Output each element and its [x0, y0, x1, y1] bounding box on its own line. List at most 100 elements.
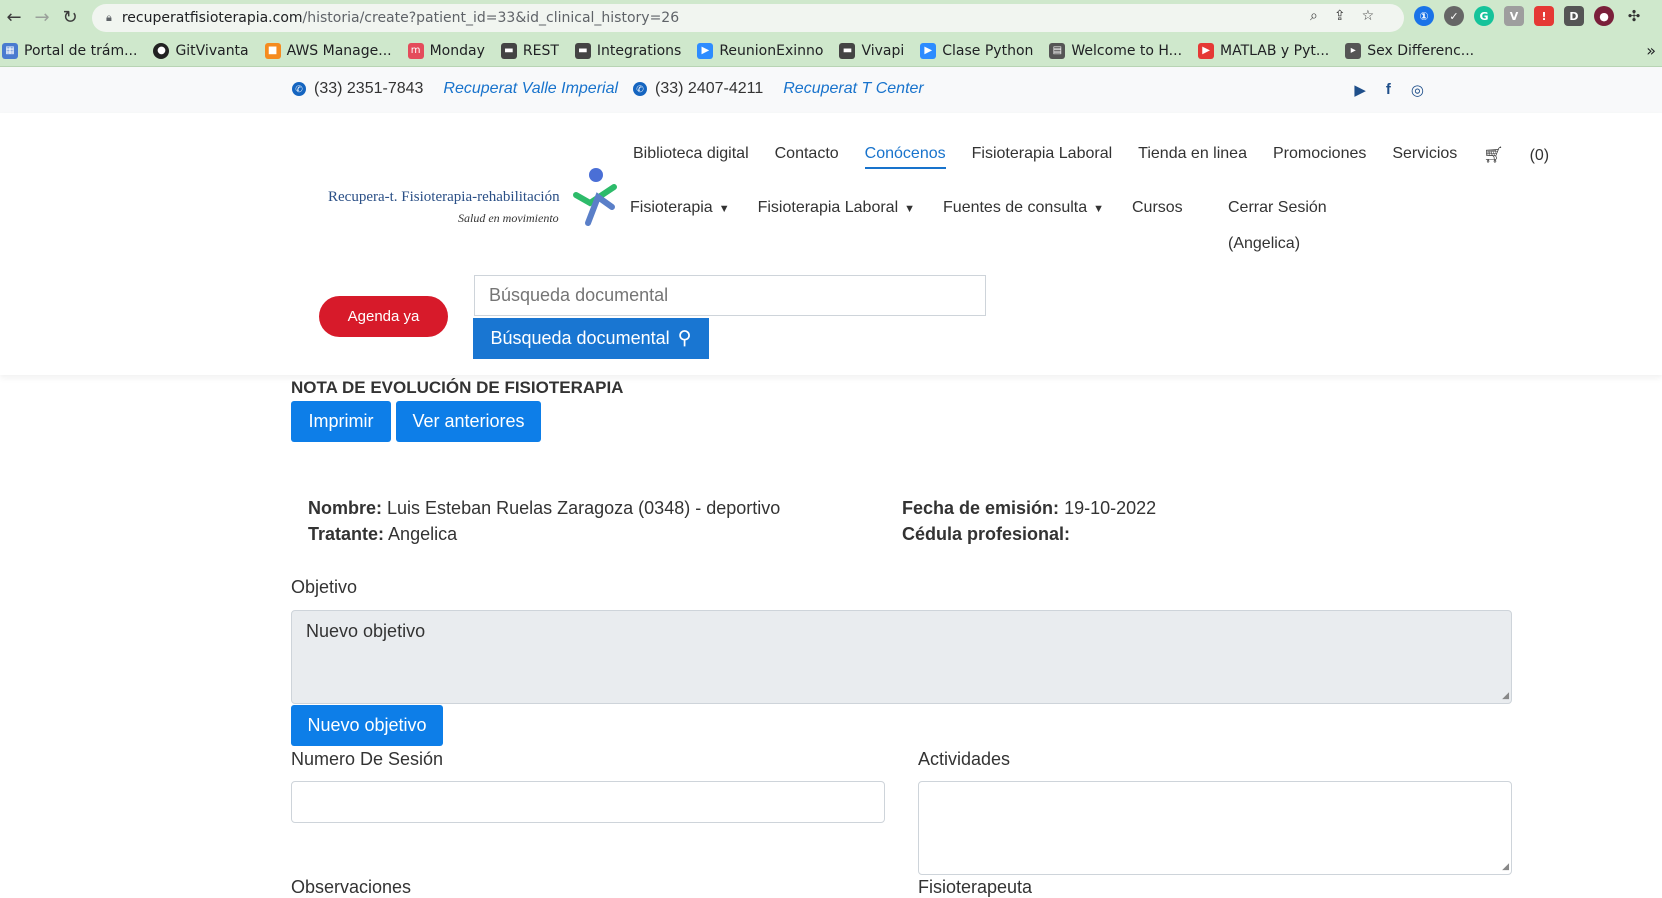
bookmark-item[interactable]: ▬ REST — [500, 42, 559, 59]
bookmark-item[interactable]: m Monday — [407, 42, 485, 59]
bookmark-item[interactable]: ▬ Vivapi — [839, 42, 904, 59]
address-bar[interactable]: 🔒︎ recuperatfisioterapia.com/historia/cr… — [92, 4, 1404, 32]
instagram-icon[interactable]: ◎ — [1411, 81, 1424, 99]
menu-conocenos[interactable]: Conócenos — [864, 145, 946, 169]
chevron-down-icon: ▼ — [1093, 203, 1104, 215]
activities-label: Actividades — [918, 749, 1011, 769]
bookmark-item[interactable]: ▸ Sex Differenc... — [1345, 42, 1474, 59]
extension-grammarly-icon[interactable]: G — [1474, 6, 1494, 26]
session-number-input[interactable] — [291, 781, 885, 823]
cart-count: (0) — [1529, 147, 1550, 164]
objective-textarea[interactable]: Nuevo objetivo ◢ — [291, 610, 1512, 704]
chevron-down-icon: ▼ — [718, 203, 730, 215]
bookmark-apps-icon: ▦ — [2, 42, 18, 59]
menu-biblioteca[interactable]: Biblioteca digital — [633, 145, 749, 169]
patient-name: Nombre: Luis Esteban Ruelas Zaragoza (03… — [308, 498, 781, 518]
bookmark-item[interactable]: ▶ MATLAB y Pyt... — [1198, 42, 1329, 59]
view-previous-button[interactable]: Ver anteriores — [396, 401, 541, 442]
bookmark-star-icon[interactable]: ☆ — [1362, 8, 1375, 24]
bookmark-item[interactable]: ● GitVivanta — [153, 42, 249, 59]
print-button[interactable]: Imprimir — [291, 401, 391, 442]
page-title: NOTA DE EVOLUCIÓN DE FISIOTERAPIA — [291, 378, 624, 397]
bookmark-item[interactable]: ▬ Integrations — [574, 42, 681, 59]
extension-vue-icon[interactable]: V — [1504, 6, 1524, 26]
youtube-icon: ▶ — [1198, 42, 1215, 59]
agenda-button[interactable]: Agenda ya — [319, 296, 448, 337]
extension-d-icon[interactable]: D — [1564, 6, 1584, 26]
extension-red-icon[interactable]: ! — [1534, 6, 1554, 26]
main-menu: Biblioteca digital Contacto Conócenos Fi… — [620, 145, 1575, 169]
new-objective-button[interactable]: Nuevo objetivo — [291, 705, 443, 746]
url-path: /historia/create?patient_id=33&id_clinic… — [302, 10, 680, 26]
branch-name[interactable]: Recuperat Valle Imperial — [443, 80, 618, 98]
folder-icon: ▬ — [574, 42, 591, 59]
menu-cursos[interactable]: Cursos — [1132, 199, 1183, 217]
folder-icon: ▬ — [839, 42, 856, 59]
bookmark-item[interactable]: ▶ Clase Python — [920, 42, 1033, 59]
treating-therapist: Tratante: Angelica — [308, 524, 458, 544]
branch-name[interactable]: Recuperat T Center — [783, 80, 924, 98]
back-icon[interactable]: ← — [0, 4, 28, 32]
chevron-down-icon: ▼ — [904, 203, 916, 215]
cart-icon: 🛒︎ — [1483, 147, 1504, 164]
cart-link[interactable]: 🛒︎ (0) — [1470, 145, 1562, 169]
activities-textarea[interactable]: ◢ — [918, 781, 1512, 875]
menu-servicios[interactable]: Servicios — [1392, 145, 1457, 169]
menu-tienda[interactable]: Tienda en linea — [1138, 145, 1247, 169]
session-number-label: Numero De Sesión — [291, 749, 444, 769]
extension-check-icon[interactable]: ✓ — [1444, 6, 1464, 26]
bookmark-item[interactable]: ▦ Portal de trám... — [2, 42, 137, 59]
lock-icon: 🔒︎ — [106, 11, 112, 24]
contact-valle[interactable]: ✆ (33) 2351-7843 Recuperat Valle Imperia… — [292, 80, 618, 98]
whatsapp-icon: ✆ — [292, 82, 306, 96]
folder-icon: ▬ — [500, 42, 517, 59]
logo-tagline: Salud en movimiento — [458, 211, 559, 225]
physiotherapist-label: Fisioterapeuta — [918, 877, 1033, 897]
bookmark-page-icon: ▸ — [1345, 42, 1362, 59]
phone-number: (33) 2351-7843 — [314, 80, 424, 97]
share-icon[interactable]: ⇪ — [1334, 8, 1346, 24]
monday-icon: m — [407, 42, 424, 59]
menu-contacto[interactable]: Contacto — [775, 145, 839, 169]
menu-fisioterapia-laboral-dropdown[interactable]: Fisioterapia Laboral ▼ — [758, 199, 915, 217]
secondary-menu: Fisioterapia ▼ Fisioterapia Laboral ▼ Fuen… — [630, 199, 1211, 217]
menu-fuentes-dropdown[interactable]: Fuentes de consulta ▼ — [943, 199, 1104, 217]
zoom-video-icon: ▶ — [697, 42, 714, 59]
contact-bar: ✆ (33) 2351-7843 Recuperat Valle Imperia… — [0, 67, 1662, 113]
runner-logo-icon — [573, 168, 617, 226]
menu-fisioterapia-dropdown[interactable]: Fisioterapia ▼ — [630, 199, 730, 217]
phone-number: (33) 2407-4211 — [655, 80, 764, 97]
resize-handle-icon[interactable]: ◢ — [1502, 861, 1509, 872]
search-button[interactable]: Búsqueda documental ⚲ — [473, 318, 709, 359]
logo-text: Recupera-t. Fisioterapia-rehabilitación — [328, 189, 560, 205]
facebook-icon[interactable]: f — [1386, 81, 1391, 99]
page-icon: ▤ — [1049, 42, 1066, 59]
bookmark-item[interactable]: ■ AWS Manage... — [264, 42, 392, 59]
extension-1password-icon[interactable]: ① — [1414, 6, 1434, 26]
zoom-video-icon: ▶ — [920, 42, 937, 59]
site-logo[interactable]: Recupera-t. Fisioterapia-rehabilitación … — [328, 168, 628, 245]
objective-label: Objetivo — [291, 577, 358, 597]
forward-icon[interactable]: → — [28, 4, 56, 32]
professional-license: Cédula profesional: — [902, 524, 1071, 544]
browser-toolbar: ← → ↻ 🔒︎ recuperatfisioterapia.com/histo… — [0, 0, 1662, 35]
menu-fisioterapia-laboral[interactable]: Fisioterapia Laboral — [972, 145, 1113, 169]
bookmark-item[interactable]: ▶ ReunionExinno — [697, 42, 823, 59]
contact-tcenter[interactable]: ✆ (33) 2407-4211 Recuperat T Center — [633, 80, 924, 98]
bookmarks-bar: ▦ Portal de trám... ● GitVivanta ■ AWS Mana… — [0, 35, 1662, 67]
menu-promociones[interactable]: Promociones — [1273, 145, 1366, 169]
search-icon: ⚲ — [677, 328, 692, 349]
zoom-icon[interactable]: ⌕ — [1310, 8, 1318, 24]
youtube-icon[interactable]: ▶ — [1354, 81, 1366, 99]
issue-date: Fecha de emisión: 19-10-2022 — [902, 498, 1157, 518]
extensions-puzzle-icon[interactable]: ✣ — [1624, 6, 1644, 26]
bookmarks-more-icon[interactable]: » — [1646, 41, 1656, 60]
reload-icon[interactable]: ↻ — [56, 4, 84, 32]
whatsapp-icon: ✆ — [633, 82, 647, 96]
search-input[interactable] — [474, 275, 986, 316]
extension-dark-icon[interactable]: ● — [1594, 6, 1614, 26]
url-host: recuperatfisioterapia.com — [121, 10, 303, 26]
resize-handle-icon[interactable]: ◢ — [1502, 690, 1509, 701]
logout-link[interactable]: Cerrar Sesión (Angelica) — [1228, 190, 1327, 262]
bookmark-item[interactable]: ▤ Welcome to H... — [1049, 42, 1182, 59]
